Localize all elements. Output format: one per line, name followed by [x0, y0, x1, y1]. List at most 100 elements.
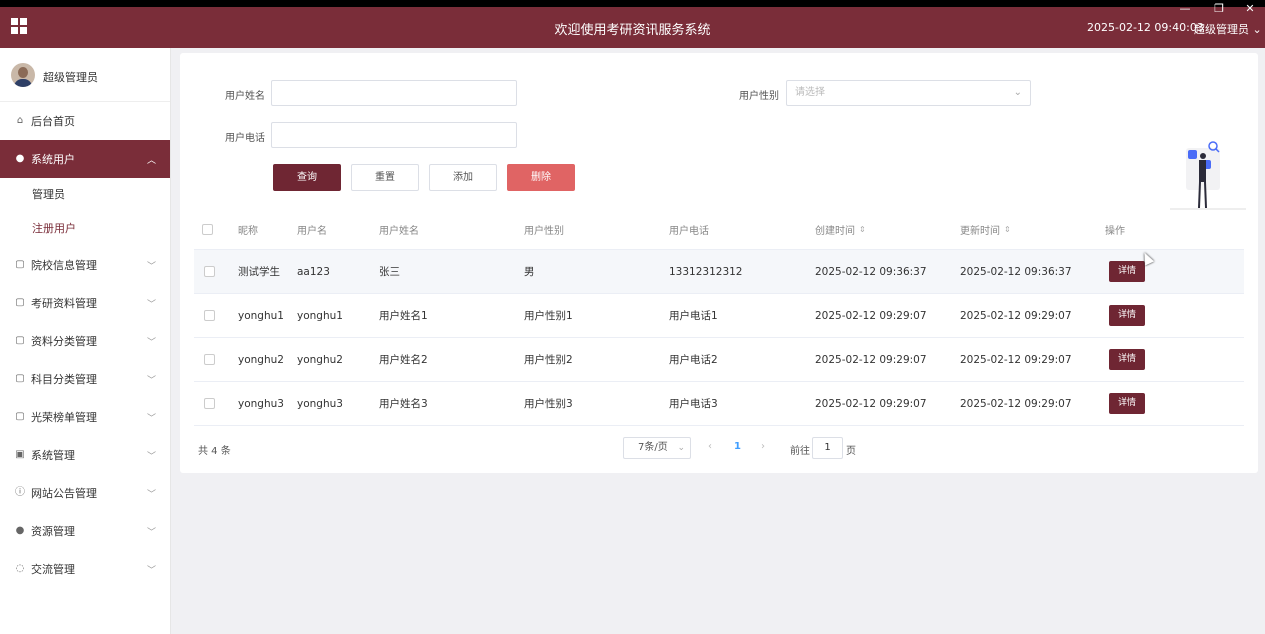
avatar: [11, 63, 35, 87]
sidebar-item-system-users[interactable]: ● 系统用户 ︿: [0, 140, 170, 178]
cell-actions: 详情: [1109, 250, 1145, 293]
window-titlebar: [0, 0, 1265, 7]
main-content: 用户姓名 用户性别 请选择 ⌄ 用户电话 查询 重置 添加 删除 昵称 用户名 …: [180, 53, 1258, 473]
row-checkbox[interactable]: [204, 338, 215, 381]
sidebar-item-honor-list[interactable]: ▢ 光荣榜单管理 ﹀: [0, 398, 170, 436]
chevron-down-icon: ﹀: [146, 338, 156, 348]
next-page-icon[interactable]: ›: [761, 441, 765, 452]
sidebar-item-label: 资源管理: [31, 525, 75, 538]
sidebar-item-system[interactable]: ▣ 系统管理 ﹀: [0, 436, 170, 474]
table-header-row: 昵称 用户名 用户姓名 用户性别 用户电话 创建时间 ⇕ 更新时间 ⇕ 操作: [194, 210, 1244, 250]
cell-created: 2025-02-12 09:29:07: [815, 309, 927, 322]
table-row: yonghu2 yonghu2 用户姓名2 用户性别2 用户电话2 2025-0…: [194, 338, 1244, 382]
doc-icon: ▢: [15, 259, 25, 270]
goto-label: 前往: [790, 446, 810, 457]
sidebar-item-label: 资料分类管理: [31, 335, 97, 348]
sidebar-item-label: 网站公告管理: [31, 487, 97, 500]
cell-username: yonghu1: [297, 309, 343, 322]
sidebar-item-communication[interactable]: ◌ 交流管理 ﹀: [0, 550, 170, 588]
chat-icon: ◌: [15, 563, 25, 574]
col-phone: 用户电话: [669, 226, 709, 237]
cell-actions: 详情: [1109, 338, 1145, 381]
sidebar: 超级管理员 ⌂ 后台首页 ● 系统用户 ︿ 管理员 注册用户 ▢ 院校信息管理 …: [0, 48, 171, 634]
cell-realname: 用户姓名3: [379, 398, 428, 410]
query-button[interactable]: 查询: [273, 164, 341, 191]
row-checkbox[interactable]: [204, 382, 215, 425]
col-updated-label: 更新时间: [960, 226, 1000, 237]
reset-button[interactable]: 重置: [351, 164, 419, 191]
cell-nickname: 测试学生: [238, 266, 280, 278]
chevron-down-icon: ﹀: [146, 262, 156, 272]
page-size-select[interactable]: 7条/页 ⌄: [623, 437, 691, 459]
col-actions: 操作: [1105, 226, 1125, 237]
gender-select[interactable]: 请选择 ⌄: [786, 80, 1031, 106]
prev-page-icon[interactable]: ‹: [708, 441, 712, 452]
detail-button[interactable]: 详情: [1109, 261, 1145, 282]
cell-phone: 用户电话3: [669, 398, 718, 410]
row-checkbox[interactable]: [204, 294, 215, 337]
location-icon: ●: [15, 525, 25, 536]
chevron-up-icon: ︿: [146, 156, 156, 166]
minimize-button[interactable]: —: [1170, 0, 1200, 18]
app-header: 欢迎使用考研资讯服务系统 2025-02-12 09:40:03 超级管理员 ⌄: [0, 7, 1265, 48]
col-created[interactable]: 创建时间 ⇕: [815, 210, 866, 249]
cell-created: 2025-02-12 09:29:07: [815, 353, 927, 366]
cell-updated: 2025-02-12 09:29:07: [960, 309, 1072, 322]
cell-nickname: yonghu3: [238, 397, 284, 410]
col-updated[interactable]: 更新时间 ⇕: [960, 210, 1011, 249]
col-gender: 用户性别: [524, 226, 564, 237]
cell-gender: 用户性别1: [524, 310, 573, 322]
cell-actions: 详情: [1109, 382, 1145, 425]
chevron-down-icon: ﹀: [146, 300, 156, 310]
table-row: 测试学生 aa123 张三 男 13312312312 2025-02-12 0…: [194, 250, 1244, 294]
cell-realname: 用户姓名1: [379, 310, 428, 322]
chevron-down-icon: ﹀: [146, 376, 156, 386]
detail-button[interactable]: 详情: [1109, 349, 1145, 370]
sort-icon[interactable]: ⇕: [1004, 225, 1011, 234]
home-icon: ⌂: [16, 115, 24, 126]
detail-button[interactable]: 详情: [1109, 305, 1145, 326]
cell-gender: 用户性别2: [524, 354, 573, 366]
sidebar-item-resources[interactable]: ● 资源管理 ﹀: [0, 512, 170, 550]
sidebar-item-home[interactable]: ⌂ 后台首页: [0, 102, 170, 140]
close-button[interactable]: ✕: [1235, 0, 1265, 18]
detail-button[interactable]: 详情: [1109, 393, 1145, 414]
sidebar-item-label: 光荣榜单管理: [31, 411, 97, 424]
sidebar-item-label: 科目分类管理: [31, 373, 97, 386]
add-button[interactable]: 添加: [429, 164, 497, 191]
page-number-current[interactable]: 1: [734, 441, 741, 452]
chevron-down-icon: ﹀: [146, 490, 156, 500]
chevron-down-icon: ﹀: [146, 566, 156, 576]
cell-phone: 13312312312: [669, 265, 743, 278]
sidebar-item-material-categories[interactable]: ▢ 资料分类管理 ﹀: [0, 322, 170, 360]
phone-input[interactable]: [271, 122, 517, 148]
sidebar-item-subject-categories[interactable]: ▢ 科目分类管理 ﹀: [0, 360, 170, 398]
cell-username: yonghu2: [297, 353, 343, 366]
sort-icon[interactable]: ⇕: [859, 225, 866, 234]
cell-nickname: yonghu1: [238, 309, 284, 322]
user-icon: ●: [15, 153, 25, 164]
gender-label: 用户性别: [739, 91, 779, 102]
sidebar-subitem-admins[interactable]: 管理员: [0, 178, 170, 212]
info-icon: ⓘ: [15, 487, 25, 498]
user-menu[interactable]: 超级管理员 ⌄: [1194, 21, 1262, 37]
doc-icon: ▢: [15, 297, 25, 308]
row-checkbox[interactable]: [204, 250, 215, 293]
sidebar-item-label: 考研资料管理: [31, 297, 97, 310]
profile-name: 超级管理员: [43, 71, 98, 84]
sidebar-subitem-registered-users[interactable]: 注册用户: [0, 212, 170, 246]
name-label: 用户姓名: [225, 91, 265, 102]
sidebar-item-materials[interactable]: ▢ 考研资料管理 ﹀: [0, 284, 170, 322]
total-count: 共 4 条: [198, 446, 231, 457]
cell-gender: 男: [524, 266, 535, 278]
users-table: 昵称 用户名 用户姓名 用户性别 用户电话 创建时间 ⇕ 更新时间 ⇕ 操作 测…: [194, 210, 1244, 426]
sidebar-item-label: 交流管理: [31, 563, 75, 576]
delete-button[interactable]: 删除: [507, 164, 575, 191]
sidebar-item-colleges[interactable]: ▢ 院校信息管理 ﹀: [0, 246, 170, 284]
select-all-checkbox[interactable]: [202, 210, 213, 249]
restore-button[interactable]: ❐: [1204, 0, 1234, 18]
sidebar-item-announcements[interactable]: ⓘ 网站公告管理 ﹀: [0, 474, 170, 512]
chevron-down-icon: ﹀: [146, 452, 156, 462]
goto-page-input[interactable]: 1: [812, 437, 843, 459]
name-input[interactable]: [271, 80, 517, 106]
